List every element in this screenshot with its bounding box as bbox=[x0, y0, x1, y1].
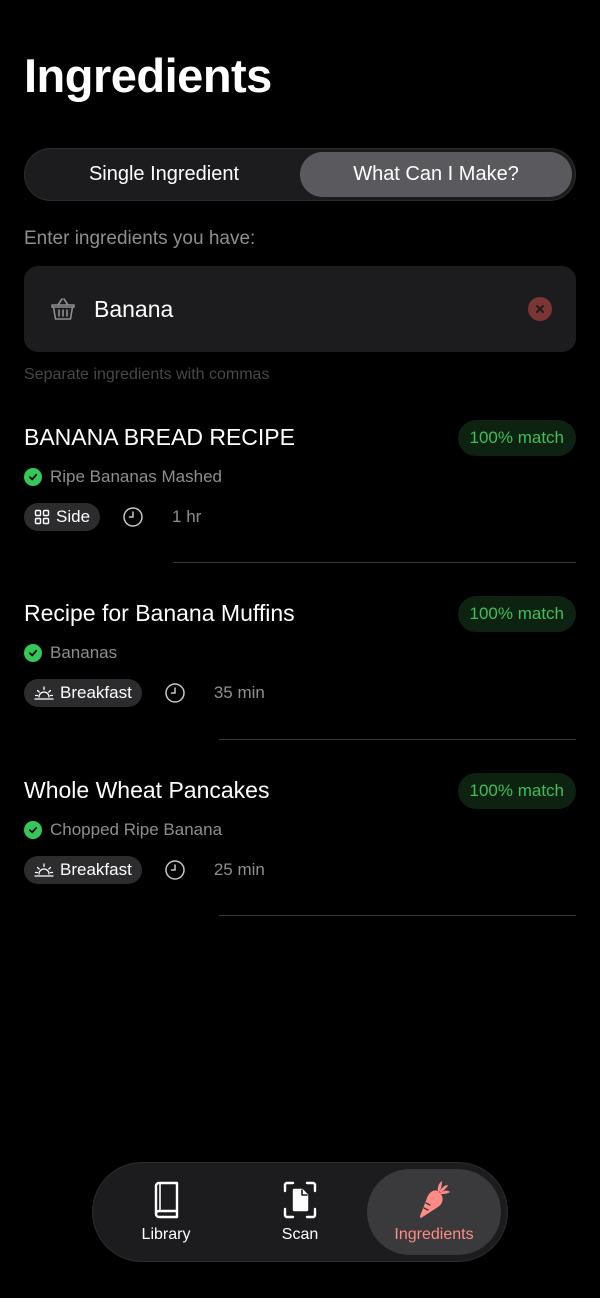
match-badge: 100% match bbox=[457, 596, 576, 632]
recipe-card[interactable]: Whole Wheat Pancakes 100% match Chopped … bbox=[24, 773, 576, 885]
category-tag: Breakfast bbox=[24, 856, 142, 884]
matched-ingredient-row: Chopped Ripe Banana bbox=[24, 819, 576, 841]
match-badge: 100% match bbox=[457, 773, 576, 809]
clock-icon bbox=[123, 507, 143, 527]
tab-label: Ingredients bbox=[394, 1226, 474, 1243]
cook-time: 35 min bbox=[213, 683, 265, 702]
segment-what-can-i-make[interactable]: What Can I Make? bbox=[300, 152, 572, 197]
cook-time: 1 hr bbox=[172, 507, 202, 526]
matched-ingredient-row: Bananas bbox=[24, 642, 576, 664]
clock-icon bbox=[165, 683, 185, 703]
divider bbox=[219, 739, 576, 740]
ingredients-input-hint: Separate ingredients with commas bbox=[24, 366, 270, 383]
carrot-icon bbox=[419, 1181, 450, 1218]
matched-ingredient: Bananas bbox=[50, 643, 118, 662]
tab-library[interactable]: Library bbox=[99, 1169, 233, 1255]
sunrise-icon bbox=[34, 686, 54, 700]
basket-icon bbox=[51, 298, 75, 320]
scan-document-icon bbox=[283, 1181, 317, 1219]
recipe-meta-row: Breakfast 35 min bbox=[24, 678, 576, 708]
tab-label: Library bbox=[141, 1226, 191, 1243]
ingredients-screen: Ingredients Single Ingredient What Can I… bbox=[0, 0, 600, 1298]
tab-scan[interactable]: Scan bbox=[233, 1169, 367, 1255]
match-badge: 100% match bbox=[457, 420, 576, 456]
category-tag: Breakfast bbox=[24, 679, 142, 707]
matched-ingredient-row: Ripe Bananas Mashed bbox=[24, 466, 576, 488]
tab-ingredients[interactable]: Ingredients bbox=[367, 1169, 501, 1255]
category-tag-label: Side bbox=[56, 507, 91, 526]
recipe-meta-row: Side 1 hr bbox=[24, 502, 576, 532]
checkmark-icon bbox=[24, 821, 42, 839]
page-title: Ingredients bbox=[24, 49, 272, 102]
segment-single-ingredient[interactable]: Single Ingredient bbox=[28, 152, 300, 197]
tab-label: Scan bbox=[281, 1226, 319, 1243]
category-tag-label: Breakfast bbox=[60, 683, 132, 702]
recipe-meta-row: Breakfast 25 min bbox=[24, 855, 576, 885]
book-icon bbox=[154, 1181, 179, 1219]
ingredients-input[interactable] bbox=[94, 295, 528, 323]
grid-icon bbox=[34, 509, 50, 525]
divider bbox=[219, 915, 576, 916]
recipe-card[interactable]: Recipe for Banana Muffins 100% match Ban… bbox=[24, 596, 576, 708]
clear-input-icon[interactable] bbox=[528, 297, 552, 321]
category-tag-label: Breakfast bbox=[60, 860, 132, 879]
recipe-card[interactable]: BANANA BREAD RECIPE 100% match Ripe Bana… bbox=[24, 420, 576, 532]
mode-segmented-control: Single Ingredient What Can I Make? bbox=[24, 148, 576, 201]
category-tag: Side bbox=[24, 503, 101, 531]
tab-bar: Library Scan Ingredients bbox=[92, 1162, 508, 1262]
checkmark-icon bbox=[24, 644, 42, 662]
ingredients-input-label: Enter ingredients you have: bbox=[24, 228, 256, 249]
checkmark-icon bbox=[24, 468, 42, 486]
matched-ingredient: Ripe Bananas Mashed bbox=[50, 467, 223, 486]
sunrise-icon bbox=[34, 863, 54, 877]
clock-icon bbox=[165, 860, 185, 880]
divider bbox=[173, 562, 576, 563]
matched-ingredient: Chopped Ripe Banana bbox=[50, 820, 223, 839]
ingredients-input-container[interactable] bbox=[24, 266, 576, 352]
cook-time: 25 min bbox=[213, 860, 265, 879]
